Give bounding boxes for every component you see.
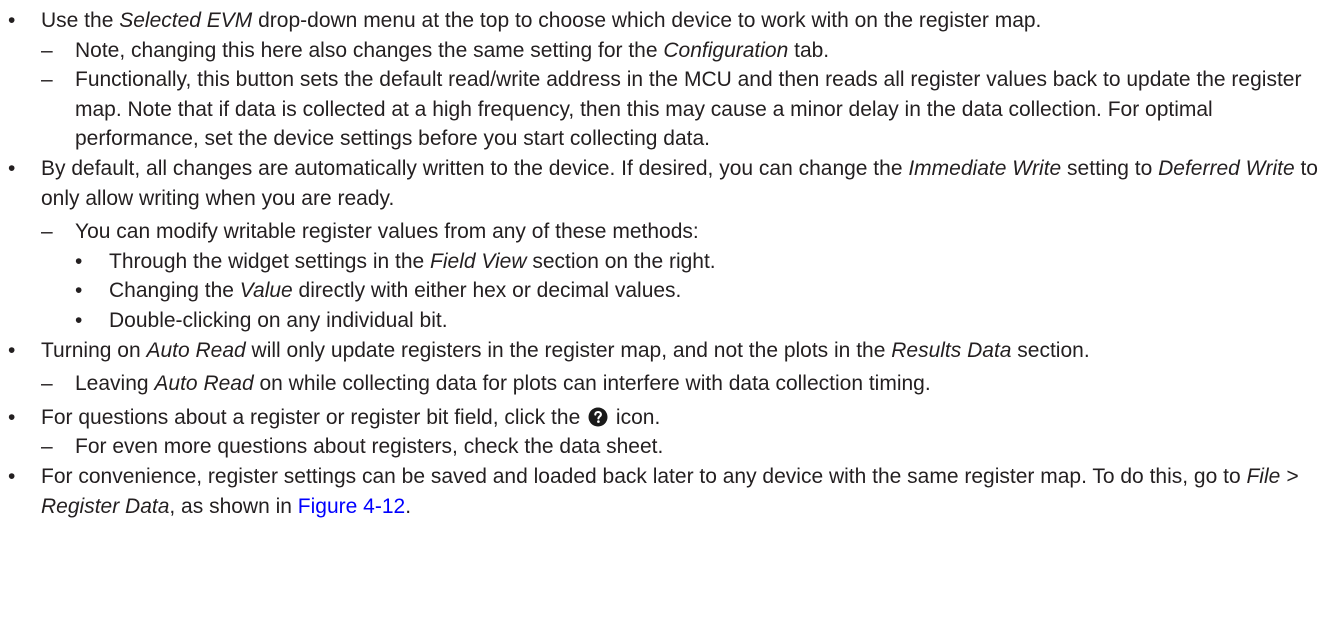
list-item-text: Note, changing this here also changes th…: [75, 38, 830, 62]
list-item-value: • Changing the Value directly with eithe…: [8, 276, 1320, 306]
list-item-help-icon: • For questions about a register or regi…: [8, 403, 1320, 433]
dash-marker: –: [41, 435, 53, 459]
list-item-text: Functionally, this button sets the defau…: [75, 68, 1302, 151]
dash-marker: –: [41, 220, 53, 244]
bullet-marker: •: [8, 405, 16, 429]
bullet-marker: •: [75, 279, 83, 303]
list-item-double-click: • Double-clicking on any individual bit.: [8, 306, 1320, 336]
list-item-modify-methods: – You can modify writable register value…: [8, 217, 1320, 247]
bullet-marker: •: [8, 338, 16, 362]
list-item-register-data: • For convenience, register settings can…: [8, 462, 1320, 521]
list-item-text: You can modify writable register values …: [75, 220, 699, 244]
list-item-data-sheet: – For even more questions about register…: [8, 432, 1320, 462]
list-item-field-view: • Through the widget settings in the Fie…: [8, 247, 1320, 277]
list-item-text: Leaving Auto Read on while collecting da…: [75, 372, 931, 396]
list-item-text: For even more questions about registers,…: [75, 435, 664, 459]
bullet-marker: •: [75, 249, 83, 273]
list-item-text: Turning on Auto Read will only update re…: [41, 338, 1090, 362]
list-item-text: Changing the Value directly with either …: [109, 279, 682, 303]
document-page: • Use the Selected EVM drop-down menu at…: [0, 0, 1332, 639]
bullet-marker: •: [8, 156, 16, 180]
list-item-text: By default, all changes are automaticall…: [41, 156, 1318, 210]
dash-marker: –: [41, 372, 53, 396]
list-item-auto-read: • Turning on Auto Read will only update …: [8, 336, 1320, 366]
list-item-immediate-write: • By default, all changes are automatica…: [8, 154, 1320, 213]
list-item-selected-evm: • Use the Selected EVM drop-down menu at…: [8, 6, 1320, 36]
bullet-marker: •: [8, 9, 16, 32]
list-item-auto-read-timing: – Leaving Auto Read on while collecting …: [8, 369, 1320, 399]
list-item-text: Through the widget settings in the Field…: [109, 249, 716, 273]
list-item-text: Use the Selected EVM drop-down menu at t…: [41, 9, 1042, 32]
list-item-functionally: – Functionally, this button sets the def…: [8, 65, 1320, 154]
list-item-text: Double-clicking on any individual bit.: [109, 308, 448, 332]
list-item-text: For questions about a register or regist…: [41, 405, 661, 429]
bullet-marker: •: [75, 308, 83, 332]
list-item-text: For convenience, register settings can b…: [41, 464, 1299, 518]
dash-marker: –: [41, 38, 53, 62]
bullet-marker: •: [8, 464, 16, 488]
help-question-icon: [588, 407, 608, 427]
dash-marker: –: [41, 68, 53, 92]
list-item-configuration-note: – Note, changing this here also changes …: [8, 36, 1320, 66]
figure-4-12-link[interactable]: Figure 4-12: [298, 495, 405, 518]
